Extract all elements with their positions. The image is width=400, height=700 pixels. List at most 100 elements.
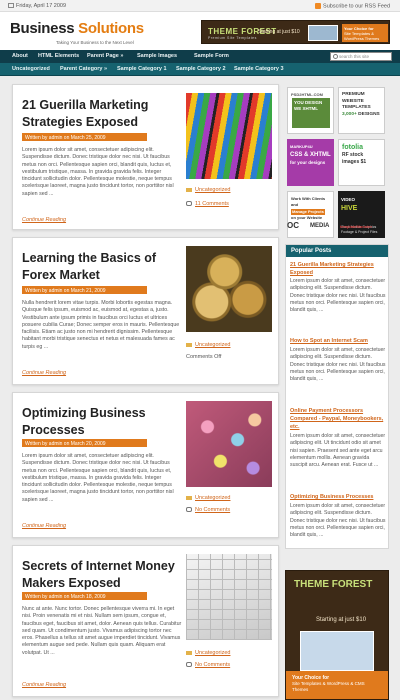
- sidebar-ad-videohive[interactable]: VIDEO HIVE Stock Motion Graphics Footage…: [338, 191, 385, 238]
- logo-part1[interactable]: Business: [10, 20, 78, 37]
- post-category-link[interactable]: Uncategorized: [195, 342, 230, 348]
- post-category-link[interactable]: Uncategorized: [195, 495, 230, 501]
- ad-line1: MARKUP4U: [290, 144, 313, 149]
- partner-logo-oc[interactable]: OC: [287, 221, 299, 230]
- ad-line2: RF stock images $1: [342, 152, 367, 165]
- nav-item-html-elements[interactable]: HTML Elements: [38, 53, 79, 59]
- post-excerpt: Lorem ipsum dolor sit amet, consectetuer…: [22, 453, 174, 503]
- category-sample-3[interactable]: Sample Category 3: [234, 66, 284, 72]
- continue-reading-link[interactable]: Continue Reading: [22, 370, 66, 376]
- popular-post-excerpt: Lorem ipsum dolor sit amet, consectetuer…: [290, 278, 386, 314]
- category-parent[interactable]: Parent Category »: [60, 66, 107, 72]
- ad-line1: Work With Clients and: [291, 196, 326, 207]
- post-thumbnail[interactable]: [186, 93, 272, 179]
- post-thumbnail[interactable]: [186, 554, 272, 640]
- ad-box: YOU DESIGN WE XHTML: [292, 98, 330, 128]
- top-strip: Friday, April 17 2009 Subscribe to our R…: [0, 0, 400, 12]
- ad-line2: CSS & XHTML: [290, 152, 331, 158]
- ad-text: Work With Clients and Manage Projects on…: [291, 196, 330, 220]
- sidebar-ad-templates[interactable]: PREMIUM WEBSITE TEMPLATES 3,000+ DESIGNS: [338, 87, 385, 134]
- site-tagline: Taking Your Business to the Next Level: [56, 40, 134, 45]
- logo-part2[interactable]: Solutions: [78, 20, 144, 37]
- ad-text: fotolia RF stock images $1: [342, 144, 381, 166]
- post-excerpt: Nulla hendrerit lorem vitae turpis. Morb…: [22, 300, 180, 350]
- post-category: Uncategorized: [186, 495, 230, 501]
- sidebar-ad-projects[interactable]: Work With Clients and Manage Projects on…: [287, 191, 334, 238]
- post-title[interactable]: 21 Guerilla Marketing Strategies Exposed: [22, 97, 182, 131]
- popular-post-excerpt: Lorem ipsum dolor sit amet, consectetuer…: [290, 503, 386, 539]
- ad-site-label: PSD2HTML.COM: [291, 92, 323, 97]
- category-nav: Uncategorized Parent Category » Sample C…: [0, 63, 400, 76]
- continue-reading-link[interactable]: Continue Reading: [22, 217, 66, 223]
- rss-text[interactable]: Subscribe to our RSS Feed: [323, 3, 390, 9]
- post-category: Uncategorized: [186, 342, 230, 348]
- nav-item-parent-page[interactable]: Parent Page »: [87, 53, 123, 59]
- post-title[interactable]: Secrets of Internet Money Makers Exposed: [22, 558, 182, 592]
- ad-text: VIDEO HIVE Stock Motion Graphics Footage…: [341, 195, 382, 235]
- post-comments-link[interactable]: No Comments: [195, 662, 230, 668]
- category-sample-1[interactable]: Sample Category 1: [117, 66, 167, 72]
- date-text: Friday, April 17 2009: [16, 3, 67, 9]
- header-ad-image: [308, 25, 338, 41]
- nav-item-sample-form[interactable]: Sample Form: [194, 53, 229, 59]
- folder-icon: [186, 187, 192, 192]
- post-category: Uncategorized: [186, 650, 230, 656]
- popular-posts-heading: Popular Posts: [286, 245, 388, 257]
- partner-logo-templatemonster[interactable]: templateMonster: [340, 224, 372, 229]
- popular-post-excerpt: Lorem ipsum dolor sit amet, consectetuer…: [290, 433, 386, 469]
- rss-icon: [315, 3, 322, 9]
- nav-item-sample-images[interactable]: Sample Images: [137, 53, 177, 59]
- post-category-link[interactable]: Uncategorized: [195, 187, 230, 193]
- header-banner-ad[interactable]: THEME FOREST Premium Site Templates Start…: [201, 20, 390, 44]
- search-icon: [333, 54, 338, 59]
- post-meta: Written by admin on March 25, 2009: [22, 133, 147, 141]
- post-comments-link[interactable]: 11 Comments: [195, 201, 229, 207]
- post-title[interactable]: Learning the Basics of Forex Market: [22, 250, 182, 284]
- banner-ad-choice-sub: Site Templates & WordPress & CMS Themes: [292, 681, 365, 692]
- sidebar-ad-fotolia[interactable]: fotolia RF stock images $1: [338, 139, 385, 186]
- post-comments: 11 Comments: [186, 201, 229, 207]
- post-excerpt: Nunc at ante. Nunc tortor. Donec pellent…: [22, 606, 182, 656]
- popular-post-title[interactable]: How to Spot an Internet Scam: [290, 337, 388, 345]
- popular-posts-widget: Popular Posts 21 Guerilla Marketing Stra…: [285, 244, 389, 549]
- popular-post-title[interactable]: Optimizing Business Processes: [290, 493, 388, 501]
- popular-post-title[interactable]: 21 Guerilla Marketing Strategies Exposed: [290, 261, 388, 277]
- header-ad-choice: Your Choice for Site Templates & WordPres…: [342, 24, 388, 42]
- post-comments-link[interactable]: No Comments: [195, 507, 230, 513]
- ad-line1: PREMIUM WEBSITE TEMPLATES: [342, 92, 371, 110]
- post-title[interactable]: Optimizing Business Processes: [22, 405, 182, 439]
- post-meta: Written by admin on March 18, 2009: [22, 592, 147, 600]
- date-display: Friday, April 17 2009: [8, 3, 66, 9]
- folder-icon: [186, 650, 192, 655]
- category-uncategorized[interactable]: Uncategorized: [12, 66, 50, 72]
- category-sample-2[interactable]: Sample Category 2: [176, 66, 226, 72]
- banner-ad-choice: Your Choice for Site Templates & WordPres…: [286, 671, 388, 699]
- partner-logo-media[interactable]: MEDIA: [310, 223, 329, 229]
- rss-link[interactable]: Subscribe to our RSS Feed: [315, 3, 390, 9]
- header-ad-price: Starting at just $10: [258, 29, 300, 35]
- search-input[interactable]: search this site: [330, 52, 392, 61]
- popular-post-title[interactable]: Online Payment Processors Compared - Pay…: [290, 407, 388, 431]
- ad-line1: VIDEO: [341, 197, 356, 202]
- post-comments: No Comments: [186, 507, 230, 513]
- site-logo[interactable]: Business Solutions: [10, 20, 144, 37]
- header-ad-choice-sub: Site Templates & WordPress Themes: [344, 31, 380, 41]
- calendar-icon: [8, 3, 14, 9]
- ad-line3: DESIGNS: [358, 111, 380, 117]
- post-comments-status: Comments Off: [186, 354, 222, 360]
- continue-reading-link[interactable]: Continue Reading: [22, 523, 66, 529]
- sidebar-ad-psd2html[interactable]: PSD2HTML.COM YOU DESIGN WE XHTML: [287, 87, 334, 134]
- nav-item-about[interactable]: About: [12, 53, 28, 59]
- post-category-link[interactable]: Uncategorized: [195, 650, 230, 656]
- post-thumbnail[interactable]: [186, 401, 272, 487]
- sidebar-ad-markup4u[interactable]: MARKUP4U CSS & XHTML for your designs: [287, 139, 334, 186]
- banner-ad-image: [300, 631, 374, 671]
- post-comments: No Comments: [186, 662, 230, 668]
- continue-reading-link[interactable]: Continue Reading: [22, 682, 66, 688]
- post-card: Optimizing Business Processes Written by…: [12, 392, 279, 538]
- post-thumbnail[interactable]: [186, 246, 272, 332]
- ad-text: MARKUP4U CSS & XHTML for your designs: [290, 143, 331, 167]
- sidebar-banner-ad[interactable]: THEME FOREST Starting at just $10 Your C…: [285, 570, 389, 700]
- post-category: Uncategorized: [186, 187, 230, 193]
- post-meta: Written by admin on March 20, 2009: [22, 439, 147, 447]
